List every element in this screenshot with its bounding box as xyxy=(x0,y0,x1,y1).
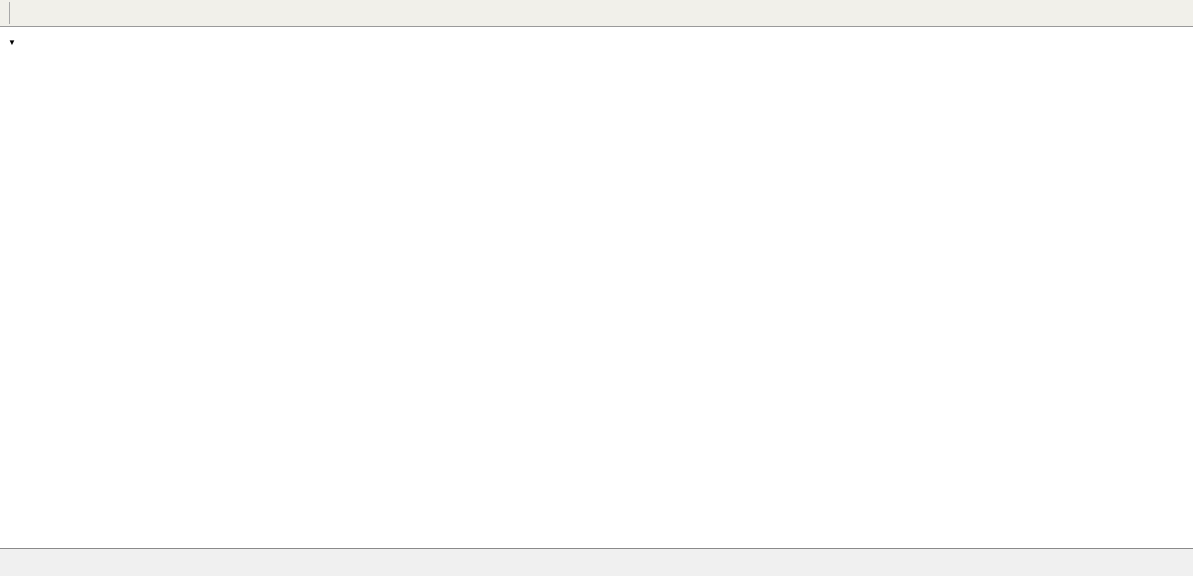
chart-title: ▼ xyxy=(8,37,26,49)
chevron-down-icon[interactable]: ▼ xyxy=(8,38,16,47)
mt4-terminal: { "toolbar": { "timeframes": [ {"label":… xyxy=(0,0,1193,576)
symbol-tabbar xyxy=(0,548,1193,576)
price-chart-canvas[interactable] xyxy=(0,0,1193,576)
timeframe-toolbar xyxy=(0,0,1193,27)
toolbar-divider xyxy=(9,2,10,24)
